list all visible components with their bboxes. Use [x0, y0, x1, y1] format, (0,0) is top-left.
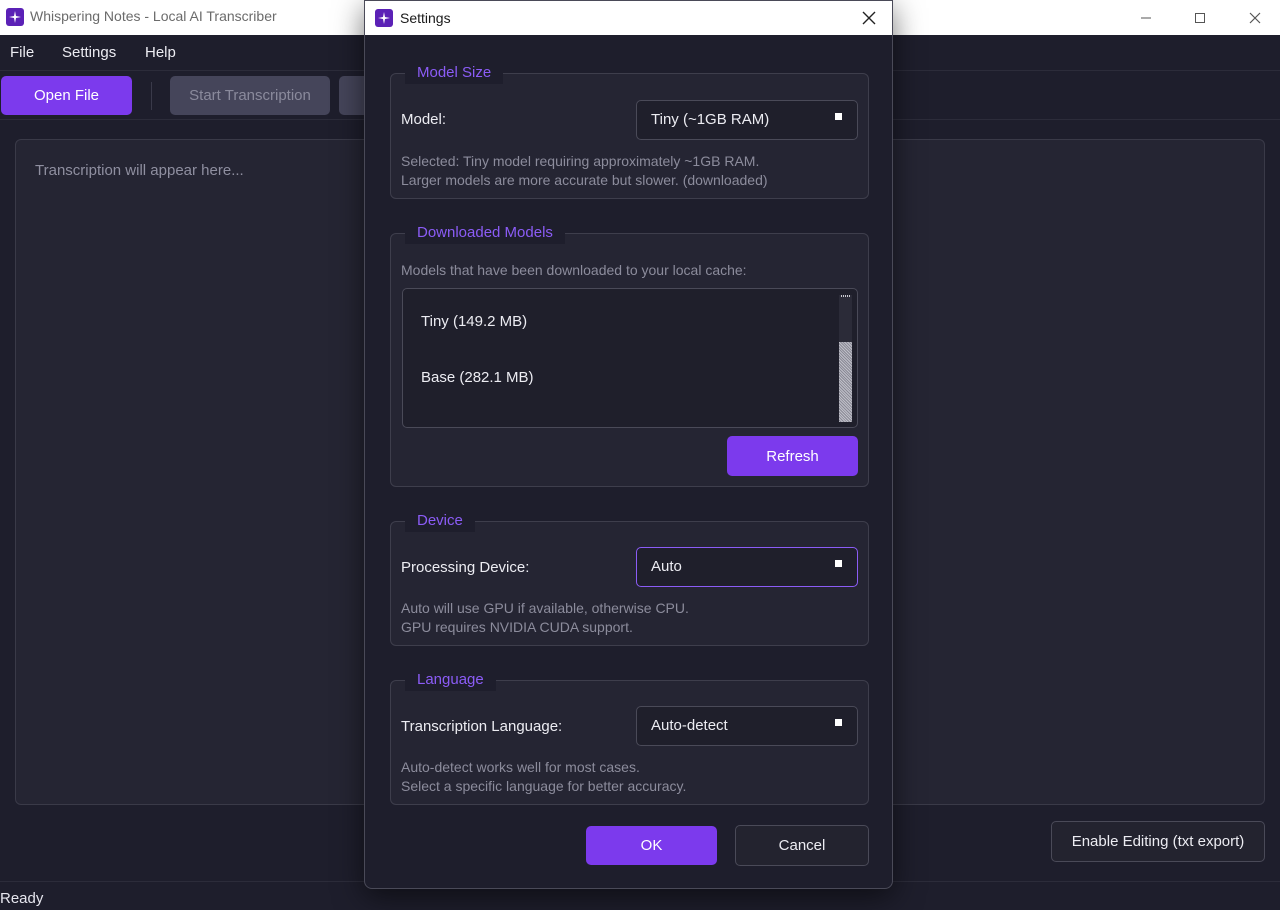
close-icon [862, 11, 876, 25]
model-select-value: Tiny (~1GB RAM) [651, 111, 770, 128]
model-list[interactable]: Tiny (149.2 MB) Base (282.1 MB) [402, 288, 858, 428]
model-help-line1: Selected: Tiny model requiring approxima… [401, 153, 760, 169]
enable-editing-button[interactable]: Enable Editing (txt export) [1051, 821, 1265, 862]
list-item[interactable]: Tiny (149.2 MB) [421, 313, 527, 330]
dialog-title: Settings [400, 10, 451, 26]
close-window-button[interactable] [1228, 0, 1280, 35]
scrollbar-grip [841, 295, 850, 297]
device-help-line1: Auto will use GPU if available, otherwis… [401, 600, 689, 616]
device-label: Processing Device: [401, 559, 530, 576]
ok-button[interactable]: OK [586, 826, 717, 865]
minimize-button[interactable] [1119, 0, 1173, 35]
window-title: Whispering Notes - Local AI Transcriber [30, 8, 277, 24]
model-help-line2: Larger models are more accurate but slow… [401, 172, 768, 188]
close-icon [1249, 12, 1261, 23]
device-group: Device Processing Device: Auto Auto will… [390, 510, 869, 646]
downloaded-models-title: Downloaded Models [405, 222, 565, 244]
model-select[interactable]: Tiny (~1GB RAM) [636, 100, 858, 140]
maximize-button[interactable] [1173, 0, 1227, 35]
app-logo-icon [6, 8, 24, 26]
toolbar-separator [151, 82, 152, 110]
language-help-line1: Auto-detect works well for most cases. [401, 759, 640, 775]
menu-help[interactable]: Help [145, 44, 176, 61]
cancel-button[interactable]: Cancel [735, 825, 869, 866]
transcript-placeholder: Transcription will appear here... [35, 162, 244, 179]
maximize-icon [1195, 12, 1205, 23]
language-group: Language Transcription Language: Auto-de… [390, 669, 869, 805]
dropdown-arrow-icon [835, 113, 842, 120]
model-size-title: Model Size [405, 62, 504, 84]
model-size-group: Model Size Model: Tiny (~1GB RAM) Select… [390, 62, 869, 199]
language-select[interactable]: Auto-detect [636, 706, 858, 746]
model-label: Model: [401, 111, 447, 128]
status-text: Ready [0, 890, 44, 907]
dialog-logo-icon [375, 9, 393, 27]
language-title: Language [405, 669, 496, 691]
device-help-line2: GPU requires NVIDIA CUDA support. [401, 619, 633, 635]
minimize-icon [1141, 17, 1151, 18]
dialog-close-button[interactable] [860, 9, 878, 27]
language-help-line2: Select a specific language for better ac… [401, 778, 687, 794]
downloaded-models-group: Downloaded Models Models that have been … [390, 222, 869, 487]
language-select-value: Auto-detect [651, 717, 728, 734]
dropdown-arrow-icon [835, 560, 842, 567]
list-scrollbar[interactable] [839, 295, 852, 422]
dropdown-arrow-icon [835, 719, 842, 726]
settings-dialog: Settings Model Size Model: Tiny (~1GB RA… [364, 0, 893, 889]
scrollbar-handle[interactable] [839, 342, 852, 422]
menu-settings[interactable]: Settings [62, 44, 116, 61]
start-transcription-button[interactable]: Start Transcription [170, 76, 330, 115]
downloaded-models-description: Models that have been downloaded to your… [401, 262, 747, 278]
dialog-titlebar: Settings [365, 1, 892, 35]
list-item[interactable]: Base (282.1 MB) [421, 369, 534, 386]
device-select[interactable]: Auto [636, 547, 858, 587]
open-file-button[interactable]: Open File [1, 76, 132, 115]
menu-file[interactable]: File [10, 44, 34, 61]
language-label: Transcription Language: [401, 718, 563, 735]
device-title: Device [405, 510, 475, 532]
refresh-button[interactable]: Refresh [727, 436, 858, 476]
device-select-value: Auto [651, 558, 682, 575]
